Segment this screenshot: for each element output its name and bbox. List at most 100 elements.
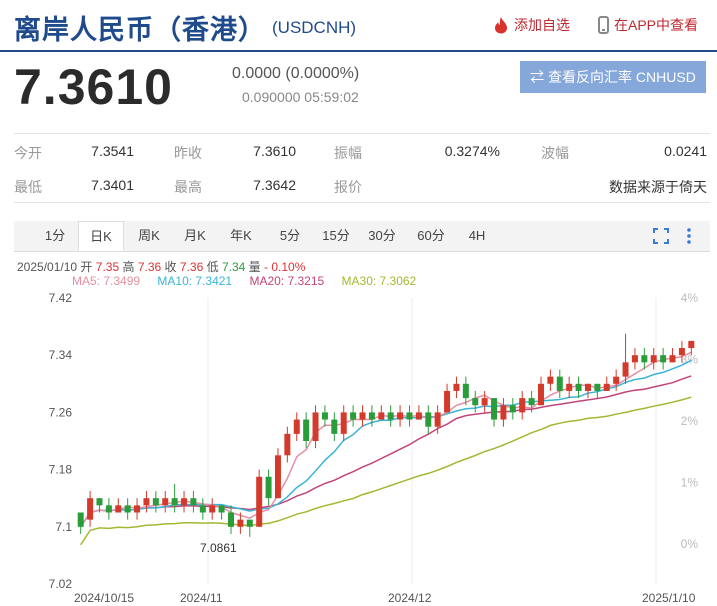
candle-body (594, 383, 601, 391)
candle-body (519, 398, 526, 413)
tab-monthly[interactable]: 月K (174, 221, 216, 251)
candle-body (415, 412, 422, 420)
stat-value: 7.3401 (91, 177, 134, 193)
candle-body (622, 362, 629, 377)
stat-label: 最低 (14, 179, 42, 195)
view-in-app-button[interactable]: 在APP中查看 (598, 15, 698, 35)
candle-body (584, 383, 591, 391)
candlestick-chart[interactable]: 7.427.347.267.187.17.024%3%2%1%0%7.08612… (0, 288, 717, 606)
candle-body (359, 412, 366, 420)
y-tick-label: 7.18 (49, 463, 73, 477)
tab-30min[interactable]: 30分 (362, 221, 402, 251)
flame-icon (495, 17, 507, 34)
candle-body (613, 376, 620, 384)
quote-time: 0.090000 05:59:02 (242, 89, 359, 105)
candle-body (406, 412, 413, 420)
candle-body (462, 383, 469, 399)
ohlc-date: 2025/01/10 (17, 260, 78, 274)
tab-weekly[interactable]: 周K (128, 221, 170, 251)
tab-60min[interactable]: 60分 (408, 221, 454, 251)
ma10-label: MA10: 7.3421 (157, 274, 233, 288)
y-tick-label: 7.26 (49, 405, 73, 419)
candle-body (481, 398, 488, 406)
stats-panel: 今开 7.3541 昨收 7.3610 振幅 0.3274% 波幅 0.0241… (14, 133, 710, 203)
ma5-label: MA5: 7.3499 (72, 274, 141, 288)
ma30-label: MA30: 7.3062 (341, 274, 417, 288)
y-tick-label: 7.1 (55, 520, 72, 534)
x-tick-label: 2024/12 (388, 591, 432, 605)
candle-body (77, 512, 84, 527)
period-tabs: 1分 日K 周K 月K 年K 5分 15分 30分 60分 4H (14, 221, 710, 252)
stat-value: 0.0241 (664, 143, 707, 159)
more-options-icon[interactable] (684, 227, 694, 245)
y-tick-label: 7.34 (49, 348, 73, 362)
ohlc-close: 7.36 (179, 260, 204, 274)
view-in-app-label: 在APP中查看 (614, 17, 699, 33)
fullscreen-icon[interactable] (652, 227, 670, 245)
candle-body (669, 355, 676, 363)
ma-legend: MA5: 7.3499 MA10: 7.3421 MA20: 7.3215 MA… (72, 274, 430, 288)
ohlc-vol: - 0.10% (264, 260, 306, 274)
stat-label: 昨收 (174, 145, 202, 161)
ohlc-open-label: 开 (80, 260, 93, 274)
candle-body (303, 419, 310, 441)
candle-body (491, 398, 498, 420)
candle-body (246, 519, 253, 527)
candle-body (209, 505, 216, 513)
candle-body (199, 505, 206, 513)
price-change: 0.0000 (0.0000%) (232, 65, 360, 82)
percent-tick-label: 0% (681, 537, 699, 551)
add-watchlist-label: 添加自选 (514, 17, 570, 33)
ohlc-high: 7.36 (137, 260, 162, 274)
candle-body (472, 398, 479, 406)
reverse-rate-button[interactable]: ⇄ 查看反向汇率 CNHUSD (520, 61, 706, 93)
x-tick-label: 2024/11 (180, 591, 223, 605)
stat-label: 最高 (174, 179, 202, 195)
stat-label: 报价 (334, 179, 362, 195)
current-price: 7.3610 (14, 59, 173, 115)
header: 离岸人民币（香港） (USDCNH) 添加自选 在APP中查看 (0, 0, 717, 52)
candle-body (387, 412, 394, 420)
tab-15min[interactable]: 15分 (316, 221, 356, 251)
candle-body (444, 390, 451, 413)
candle-body (115, 505, 122, 513)
candle-body (368, 412, 375, 420)
tab-daily[interactable]: 日K (78, 221, 124, 251)
ohlc-low: 7.34 (221, 260, 246, 274)
candle-body (181, 498, 188, 506)
candle-body (575, 383, 582, 391)
tab-5min[interactable]: 5分 (270, 221, 310, 251)
candle-body (312, 412, 319, 441)
candle-body (425, 412, 432, 427)
stat-value: 7.3541 (91, 143, 134, 159)
candle-body (228, 512, 234, 527)
stat-label: 振幅 (334, 145, 362, 161)
candle-body (650, 355, 657, 363)
tab-4h[interactable]: 4H (460, 221, 494, 251)
tab-yearly[interactable]: 年K (220, 221, 262, 251)
symbol-code: (USDCNH) (272, 18, 357, 37)
candle-body (528, 398, 535, 406)
tab-1min[interactable]: 1分 (34, 221, 76, 251)
candle-body (547, 376, 554, 384)
min-price-label: 7.0861 (200, 541, 237, 555)
candle-body (453, 383, 460, 391)
candle-body (237, 519, 244, 527)
candle-body (556, 376, 563, 391)
candle-body (162, 498, 169, 506)
stat-label: 波幅 (541, 145, 569, 161)
percent-tick-label: 2% (681, 414, 699, 428)
candle-body (509, 405, 516, 413)
candle-body (284, 433, 291, 456)
candle-body (340, 412, 347, 434)
percent-tick-label: 1% (681, 476, 699, 490)
data-source: 数据来源于倚天 (609, 179, 707, 195)
candle-body (321, 412, 328, 420)
candle-body (678, 348, 685, 356)
y-tick-label: 7.02 (49, 577, 73, 591)
candle-body (96, 498, 103, 506)
candle-body (171, 498, 178, 506)
candle-body (641, 355, 648, 363)
add-watchlist-button[interactable]: 添加自选 (493, 15, 570, 35)
stat-value: 0.3274% (444, 143, 500, 159)
